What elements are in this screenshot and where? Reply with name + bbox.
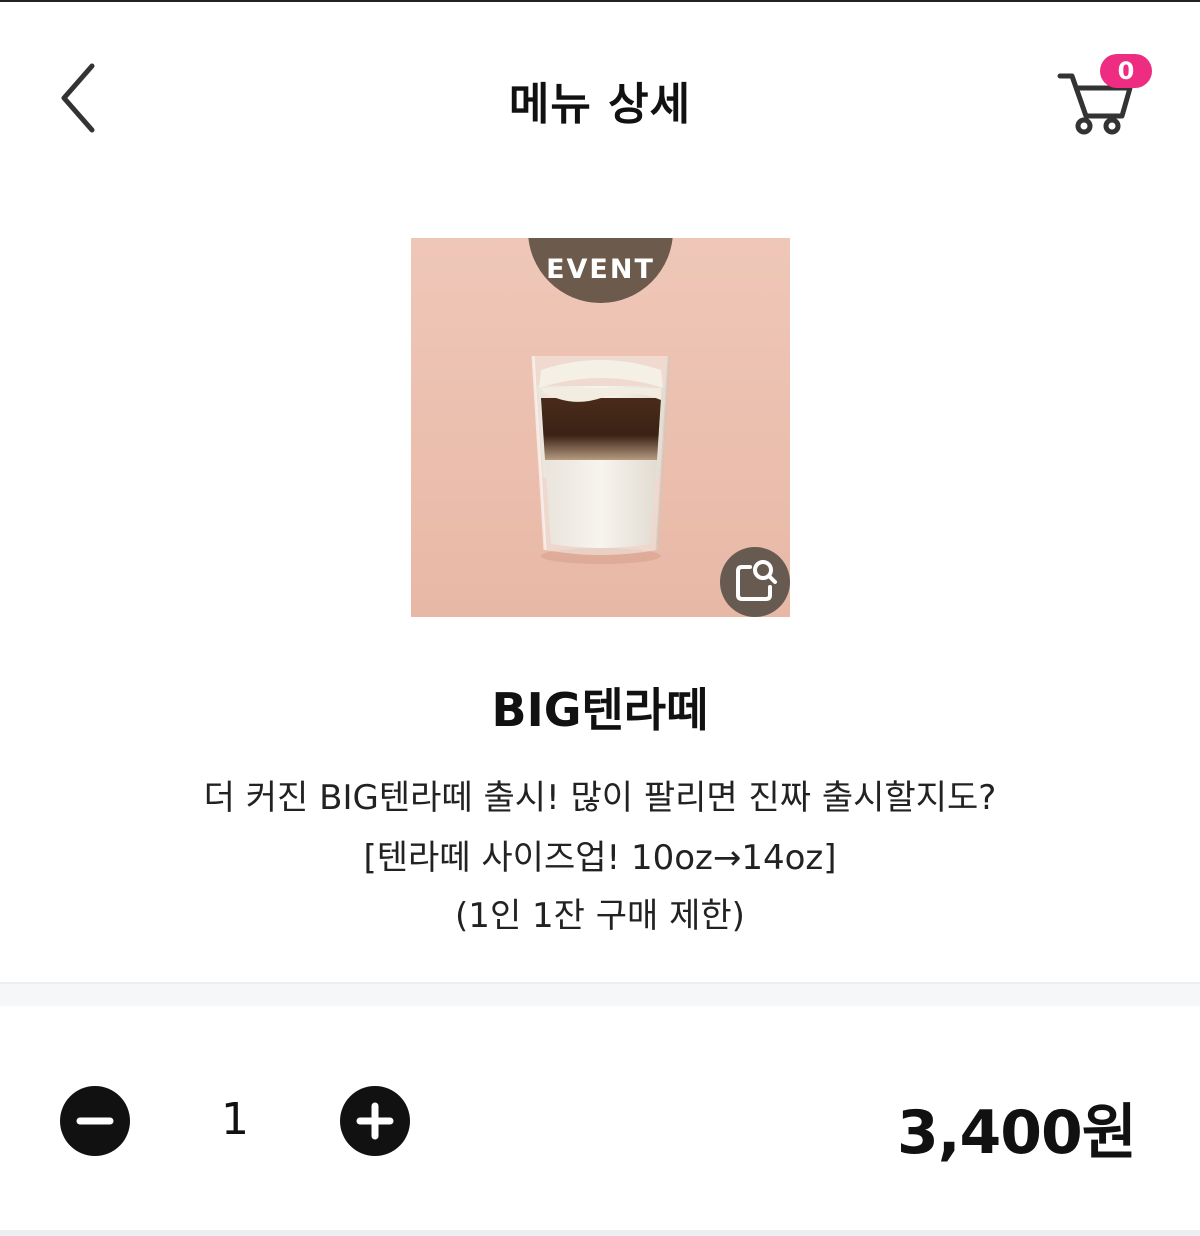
product-image[interactable]: EVENT [411,238,790,617]
plus-circle-icon [356,1102,394,1140]
product-description-line-1: 더 커진 BIG텐라떼 출시! 많이 팔리면 진짜 출시할지도? [203,778,997,818]
page-title: 메뉴 상세 [508,79,692,130]
header: 메뉴 상세 0 [0,2,1200,162]
decrease-quantity-button[interactable] [60,1086,130,1156]
minus-circle-icon [76,1117,114,1125]
quantity-price-bar: 1 3,400원 [0,1006,1200,1230]
product-description-line-2: [텐라떼 사이즈업! 10oz→14oz] [363,838,837,878]
product-description-line-3: (1인 1잔 구매 제한) [455,896,745,936]
cart-button[interactable]: 0 [1056,54,1156,138]
image-zoom-icon [736,560,777,601]
product-name: BIG텐라떼 [491,683,709,737]
section-divider [0,982,1200,1006]
cart-count-badge: 0 [1100,54,1152,88]
image-zoom-button[interactable] [720,547,790,617]
event-badge-label: EVENT [546,254,655,285]
increase-quantity-button[interactable] [340,1086,410,1156]
bottom-divider [0,1230,1200,1236]
quantity-value: 1 [221,1094,249,1145]
total-price: 3,400원 [897,1098,1137,1168]
